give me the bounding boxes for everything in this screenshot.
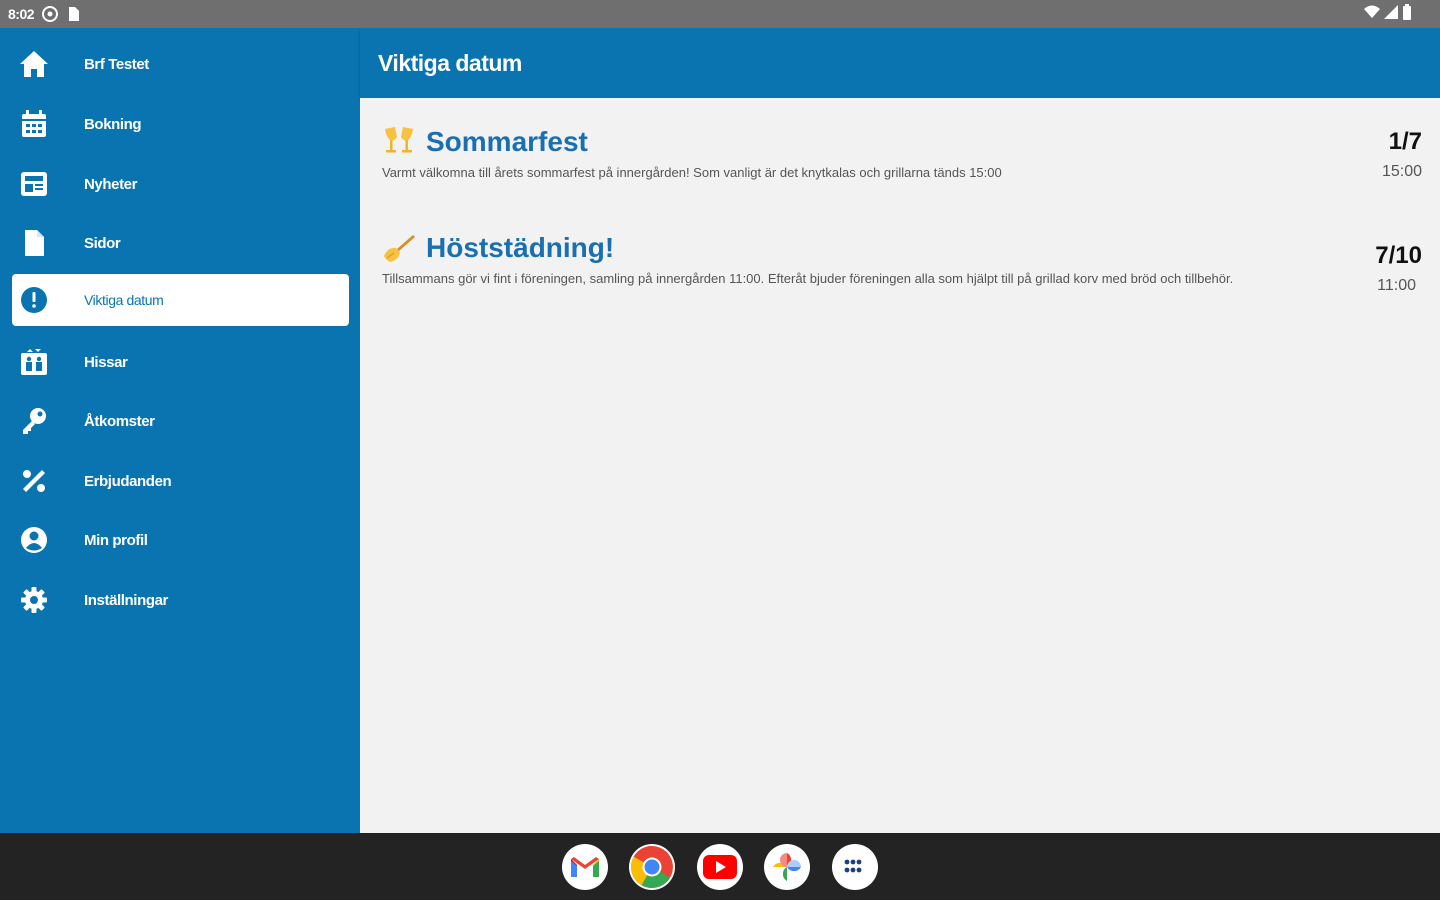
sidebar-item-hissar[interactable]: Hissar <box>12 336 349 388</box>
sidebar-item-label: Bokning <box>84 115 142 133</box>
sidebar-item-nyheter[interactable]: Nyheter <box>12 158 349 210</box>
sidebar-item-sidor[interactable]: Sidor <box>12 217 349 269</box>
sidebar-item-label: Åtkomster <box>84 412 155 430</box>
broom-emoji-icon <box>382 234 416 268</box>
status-bar: 8:02 <box>0 0 1440 28</box>
status-time: 8:02 <box>8 6 35 22</box>
list-item[interactable]: Sommarfest Varmt välkomna till årets som… <box>382 126 1422 186</box>
key-icon <box>18 405 50 437</box>
sidebar-item-label: Nyheter <box>84 175 138 193</box>
alert-icon <box>18 284 50 316</box>
sidebar-item-label: Erbjudanden <box>84 472 172 490</box>
profile-icon <box>18 524 50 556</box>
taskbar <box>0 833 1440 900</box>
sidebar-item-bokning[interactable]: Bokning <box>12 98 349 150</box>
chrome-icon[interactable] <box>629 844 675 890</box>
elevator-icon <box>18 346 50 378</box>
event-description: Tillsammans gör vi fint i föreningen, sa… <box>382 271 1234 286</box>
calendar-icon <box>18 108 50 140</box>
cheers-emoji-icon <box>382 126 416 160</box>
page-title: Viktiga datum <box>378 50 522 76</box>
sidebar-item-installningar[interactable]: Inställningar <box>12 574 349 626</box>
important-dates-list: Sommarfest Varmt välkomna till årets som… <box>360 98 1440 833</box>
sidebar-item-label: Sidor <box>84 234 121 252</box>
newspaper-icon <box>18 168 50 200</box>
event-date: 1/7 <box>1388 128 1422 155</box>
battery-icon <box>1402 3 1412 25</box>
sidebar-item-atkomster[interactable]: Åtkomster <box>12 395 349 447</box>
signal-icon <box>1384 4 1398 24</box>
sidebar-item-label: Viktiga datum <box>84 292 164 308</box>
settings-status-icon <box>42 6 59 22</box>
event-title: Sommarfest <box>426 126 588 157</box>
sidebar-item-label: Brf Testet <box>84 55 149 73</box>
sidebar-item-label: Inställningar <box>84 591 168 609</box>
wifi-icon <box>1364 5 1380 24</box>
sidebar-item-brf-testet[interactable]: Brf Testet <box>12 38 349 90</box>
app-launcher-icon[interactable] <box>832 844 878 890</box>
event-time: 11:00 <box>1377 277 1416 294</box>
page-icon <box>18 227 50 259</box>
list-item[interactable]: Höststädning! Tillsammans gör vi fint i … <box>382 232 1422 312</box>
gear-icon <box>18 584 50 616</box>
sidebar-item-viktiga-datum[interactable]: Viktiga datum <box>12 274 349 326</box>
event-date: 7/10 <box>1375 242 1422 269</box>
event-title: Höststädning! <box>426 232 615 263</box>
sidebar-item-erbjudanden[interactable]: Erbjudanden <box>12 455 349 507</box>
gmail-icon[interactable] <box>562 844 608 890</box>
home-icon <box>18 48 50 80</box>
sidebar-item-label: Min profil <box>84 531 148 549</box>
event-description: Varmt välkomna till årets sommarfest på … <box>382 165 1002 180</box>
sim-card-icon <box>66 6 80 22</box>
photos-icon[interactable] <box>764 844 810 890</box>
event-time: 15:00 <box>1381 163 1422 180</box>
youtube-icon[interactable] <box>697 844 743 890</box>
sidebar-item-label: Hissar <box>84 353 128 371</box>
sidebar-item-min-profil[interactable]: Min profil <box>12 514 349 566</box>
percent-icon <box>18 465 50 497</box>
sidebar-nav: Brf Testet Bokning Nyheter Sidor Viktiga… <box>0 28 360 833</box>
app-header: Viktiga datum <box>360 28 1440 98</box>
